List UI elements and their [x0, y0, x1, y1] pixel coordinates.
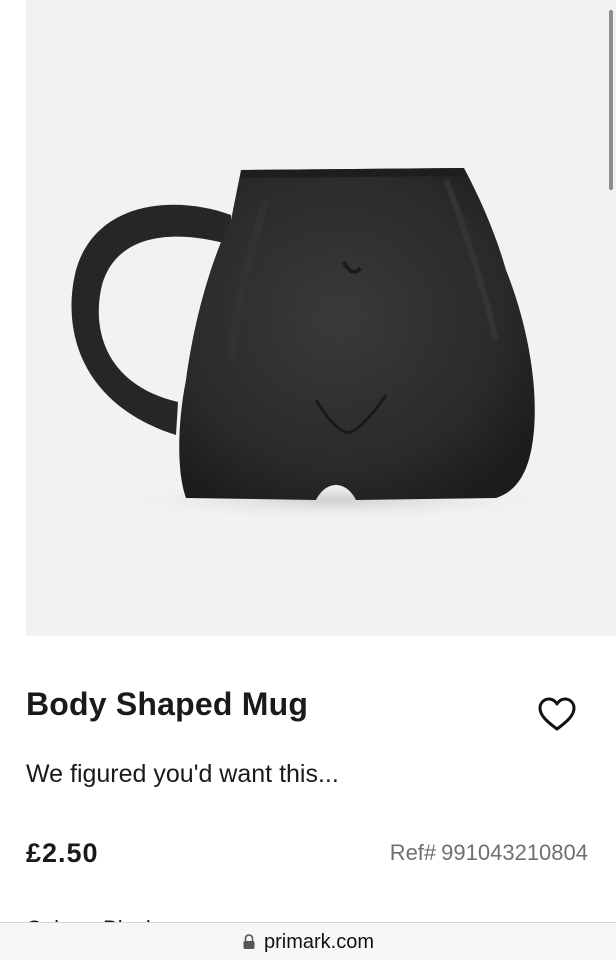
product-title: Body Shaped Mug	[26, 686, 309, 722]
product-page: Body Shaped Mug We figured you'd want th…	[0, 0, 616, 960]
product-ref: Ref# 991043210804	[390, 840, 588, 866]
lock-icon	[242, 933, 256, 949]
product-price: £2.50	[26, 838, 99, 868]
mug-illustration	[71, 168, 576, 522]
browser-url-bar[interactable]: primark.com	[0, 922, 616, 960]
scrollbar-thumb[interactable]	[609, 10, 613, 190]
ref-label: Ref#	[389, 840, 437, 865]
favourite-button[interactable]	[536, 694, 578, 736]
ref-number: 991043210804	[441, 840, 588, 865]
product-image[interactable]	[26, 0, 616, 636]
heart-outline-icon	[538, 697, 576, 731]
product-description: We figured you'd want this...	[26, 760, 339, 788]
url-text[interactable]: primark.com	[264, 931, 374, 954]
